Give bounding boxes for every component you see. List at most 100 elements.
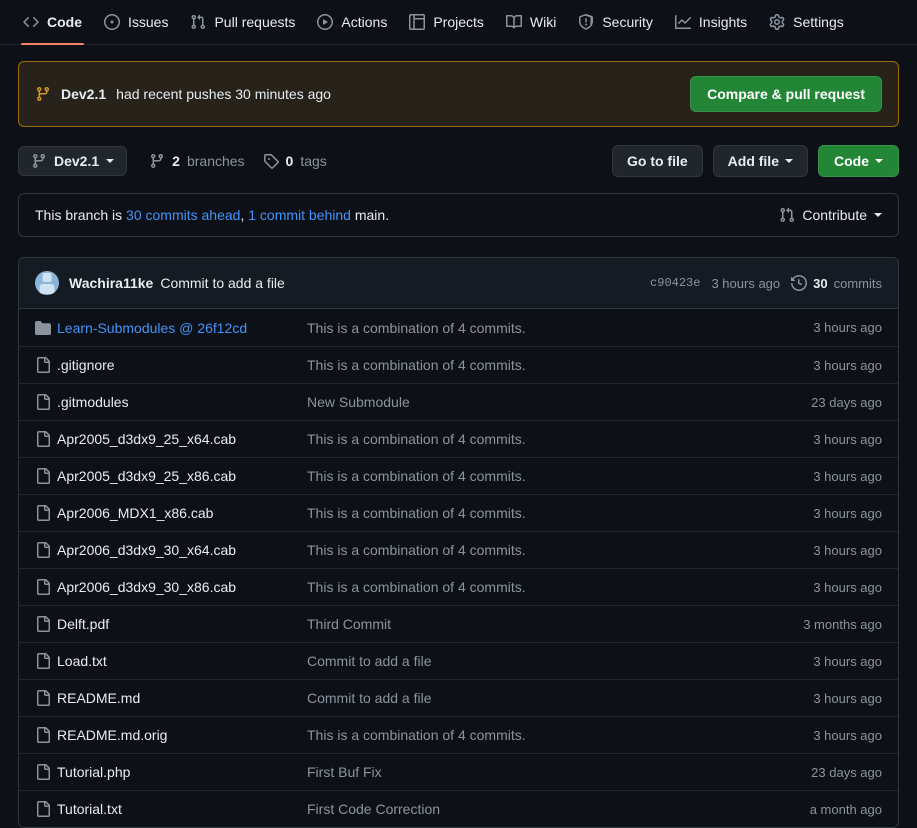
file-name[interactable]: Apr2005_d3dx9_25_x64.cab	[57, 431, 307, 447]
file-icon	[35, 505, 57, 521]
code-icon	[23, 14, 39, 30]
tag-icon	[263, 153, 279, 169]
file-name[interactable]: Apr2005_d3dx9_25_x86.cab	[57, 468, 307, 484]
table-row: Apr2005_d3dx9_25_x64.cab This is a combin…	[19, 420, 898, 457]
file-commit-message[interactable]: This is a combination of 4 commits.	[307, 505, 813, 521]
file-name[interactable]: Delft.pdf	[57, 616, 307, 632]
table-row: Tutorial.txt First Code Correction a month…	[19, 790, 898, 827]
file-name[interactable]: Apr2006_d3dx9_30_x86.cab	[57, 579, 307, 595]
tags-count: 0	[285, 153, 294, 169]
file-rows: Learn-Submodules @ 26f12cd This is a comb…	[19, 309, 898, 827]
tab-wiki-label: Wiki	[529, 14, 557, 30]
tab-issues[interactable]: Issues	[95, 0, 177, 44]
code-button-label: Code	[834, 153, 869, 169]
code-button[interactable]: Code	[818, 145, 899, 177]
file-name[interactable]: Apr2006_MDX1_x86.cab	[57, 505, 307, 521]
file-icon	[35, 616, 57, 632]
compare-pull-request-button[interactable]: Compare & pull request	[690, 76, 882, 112]
tab-security[interactable]: Security	[569, 0, 662, 44]
branches-count-link[interactable]: 2 branches	[149, 153, 245, 169]
file-commit-message[interactable]: This is a combination of 4 commits.	[307, 357, 813, 373]
file-icon	[35, 357, 57, 373]
recent-push-message: Dev2.1 had recent pushes 30 minutes ago	[35, 86, 331, 102]
commits-count-label: commits	[833, 275, 882, 291]
tab-pull-requests[interactable]: Pull requests	[181, 0, 304, 44]
avatar[interactable]	[35, 271, 59, 295]
table-row: Apr2005_d3dx9_25_x86.cab This is a combin…	[19, 457, 898, 494]
commit-sha[interactable]: c90423e	[650, 276, 700, 290]
table-row: Apr2006_d3dx9_30_x64.cab This is a combin…	[19, 531, 898, 568]
tab-insights[interactable]: Insights	[666, 0, 756, 44]
play-icon	[317, 14, 334, 30]
tab-projects[interactable]: Projects	[400, 0, 493, 44]
table-row: README.md Commit to add a file 3 hours ago	[19, 679, 898, 716]
file-commit-message[interactable]: This is a combination of 4 commits.	[307, 579, 813, 595]
file-commit-time: 3 hours ago	[813, 579, 882, 595]
file-commit-message[interactable]: This is a combination of 4 commits.	[307, 320, 813, 336]
commits-count-value: 30	[813, 275, 828, 291]
file-name[interactable]: .gitignore	[57, 357, 307, 373]
file-commit-message[interactable]: Commit to add a file	[307, 653, 813, 669]
tab-projects-label: Projects	[433, 14, 484, 30]
commit-count-link[interactable]: 30 commits	[791, 275, 882, 291]
commit-author[interactable]: Wachira11ke	[69, 275, 153, 291]
chevron-down-icon	[874, 213, 882, 217]
commits-ahead-link[interactable]: 30 commits ahead	[126, 207, 240, 223]
contribute-button[interactable]: Contribute	[779, 207, 882, 223]
commit-time: 3 hours ago	[711, 275, 781, 291]
tab-actions[interactable]: Actions	[308, 0, 396, 44]
tab-code[interactable]: Code	[14, 0, 91, 45]
add-file-button[interactable]: Add file	[712, 145, 808, 177]
file-commit-message[interactable]: This is a combination of 4 commits.	[307, 727, 813, 743]
file-name[interactable]: Apr2006_d3dx9_30_x64.cab	[57, 542, 307, 558]
tags-label: tags	[300, 153, 327, 169]
tags-count-link[interactable]: 0 tags	[263, 153, 327, 169]
file-commit-message[interactable]: This is a combination of 4 commits.	[307, 542, 813, 558]
file-table: Wachira11ke Commit to add a file c90423e…	[18, 257, 899, 828]
file-commit-message[interactable]: First Buf Fix	[307, 764, 811, 780]
shield-icon	[578, 14, 594, 30]
branches-label: branches	[186, 153, 245, 169]
push-branch-name[interactable]: Dev2.1	[61, 86, 106, 102]
commit-message[interactable]: Commit to add a file	[160, 275, 285, 291]
file-commit-message[interactable]: Third Commit	[307, 616, 803, 632]
file-commit-time: 3 hours ago	[813, 727, 882, 743]
tab-settings[interactable]: Settings	[760, 0, 853, 44]
pr-icon	[779, 207, 795, 223]
commits-behind-link[interactable]: 1 commit behind	[248, 207, 351, 223]
file-icon	[35, 542, 57, 558]
file-name[interactable]: Learn-Submodules @ 26f12cd	[57, 320, 307, 336]
file-commit-message[interactable]: Commit to add a file	[307, 690, 813, 706]
compare-suffix: main.	[354, 207, 390, 223]
branch-compare-notice: This branch is 30 commits ahead, 1 commi…	[18, 193, 899, 237]
file-commit-time: 23 days ago	[811, 394, 882, 410]
file-commit-message[interactable]: New Submodule	[307, 394, 811, 410]
file-commit-message[interactable]: This is a combination of 4 commits.	[307, 431, 813, 447]
contribute-label: Contribute	[802, 207, 867, 223]
file-name[interactable]: Load.txt	[57, 653, 307, 669]
file-icon	[35, 727, 57, 743]
file-commit-time: 3 hours ago	[813, 542, 882, 558]
file-name[interactable]: README.md	[57, 690, 307, 706]
file-name[interactable]: .gitmodules	[57, 394, 307, 410]
chevron-down-icon	[106, 159, 115, 163]
file-commit-time: 3 hours ago	[813, 320, 882, 335]
tab-wiki[interactable]: Wiki	[497, 0, 565, 44]
latest-commit-header: Wachira11ke Commit to add a file c90423e…	[19, 258, 898, 309]
file-icon	[35, 431, 57, 447]
go-to-file-button[interactable]: Go to file	[611, 145, 703, 177]
file-icon	[35, 579, 57, 595]
branch-selector[interactable]: Dev2.1	[18, 146, 128, 176]
file-name[interactable]: README.md.orig	[57, 727, 307, 743]
file-commit-message[interactable]: This is a combination of 4 commits.	[307, 468, 813, 484]
table-row: Load.txt Commit to add a file 3 hours ago	[19, 642, 898, 679]
file-commit-message[interactable]: First Code Correction	[307, 801, 810, 817]
file-icon	[35, 394, 57, 410]
gear-icon	[769, 14, 785, 30]
commit-meta: c90423e 3 hours ago 30 commits	[650, 275, 882, 291]
file-commit-time: 3 hours ago	[813, 653, 882, 669]
table-row: Apr2006_d3dx9_30_x86.cab This is a combin…	[19, 568, 898, 605]
branch-icon	[149, 153, 165, 169]
file-name[interactable]: Tutorial.txt	[57, 801, 307, 817]
file-name[interactable]: Tutorial.php	[57, 764, 307, 780]
